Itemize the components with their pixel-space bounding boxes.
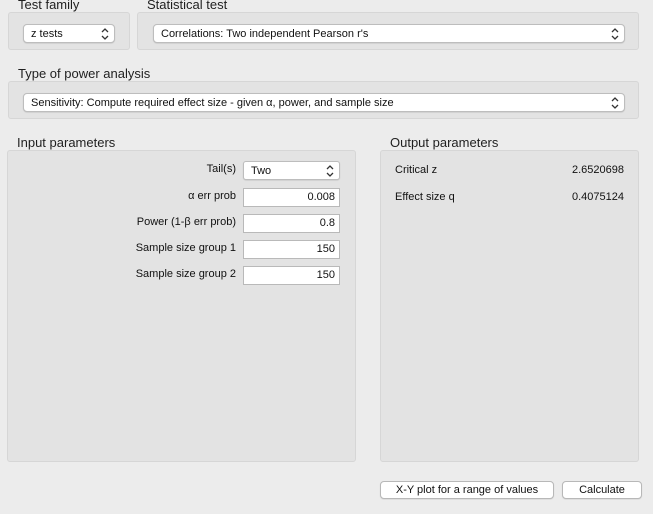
power-field[interactable]: 0.8 — [243, 214, 340, 233]
critical-z-label: Critical z — [395, 164, 438, 176]
test-family-value: z tests — [31, 28, 63, 40]
tails-value: Two — [251, 165, 272, 177]
critical-z-value: 2.6520698 — [572, 164, 624, 176]
alpha-label: α err prob — [188, 190, 236, 202]
effect-size-value: 0.4075124 — [572, 191, 624, 203]
power-analysis-value: Sensitivity: Compute required effect siz… — [31, 97, 394, 109]
alpha-field[interactable]: 0.008 — [243, 188, 340, 207]
effect-size-label: Effect size q — [395, 191, 455, 203]
output-parameters-title: Output parameters — [390, 135, 499, 150]
tails-label: Tail(s) — [206, 163, 236, 175]
sample-size-group-2-label: Sample size group 2 — [135, 268, 236, 280]
statistical-test-select[interactable]: Correlations: Two independent Pearson r'… — [153, 24, 625, 43]
sample-size-group-1-field[interactable]: 150 — [243, 240, 340, 259]
statistical-test-value: Correlations: Two independent Pearson r'… — [161, 28, 369, 40]
test-family-group: z tests — [8, 12, 130, 50]
power-analysis-label: Type of power analysis — [18, 66, 151, 81]
input-parameters-title: Input parameters — [17, 135, 116, 150]
tails-select[interactable]: Two — [243, 161, 340, 180]
statistical-test-group: Correlations: Two independent Pearson r'… — [137, 12, 639, 50]
chevron-updown-icon — [611, 97, 619, 109]
power-label: Power (1-β err prob) — [136, 216, 236, 228]
xy-plot-button[interactable]: X-Y plot for a range of values — [380, 481, 554, 499]
power-analysis-select[interactable]: Sensitivity: Compute required effect siz… — [23, 93, 625, 112]
test-family-select[interactable]: z tests — [23, 24, 115, 43]
chevron-updown-icon — [611, 28, 619, 40]
chevron-updown-icon — [326, 165, 334, 177]
test-family-label: Test family — [18, 0, 80, 12]
chevron-updown-icon — [101, 28, 109, 40]
power-analysis-group: Sensitivity: Compute required effect siz… — [8, 81, 639, 119]
sample-size-group-1-label: Sample size group 1 — [135, 242, 236, 254]
sample-size-group-2-field[interactable]: 150 — [243, 266, 340, 285]
statistical-test-label: Statistical test — [147, 0, 228, 12]
calculate-button[interactable]: Calculate — [562, 481, 642, 499]
